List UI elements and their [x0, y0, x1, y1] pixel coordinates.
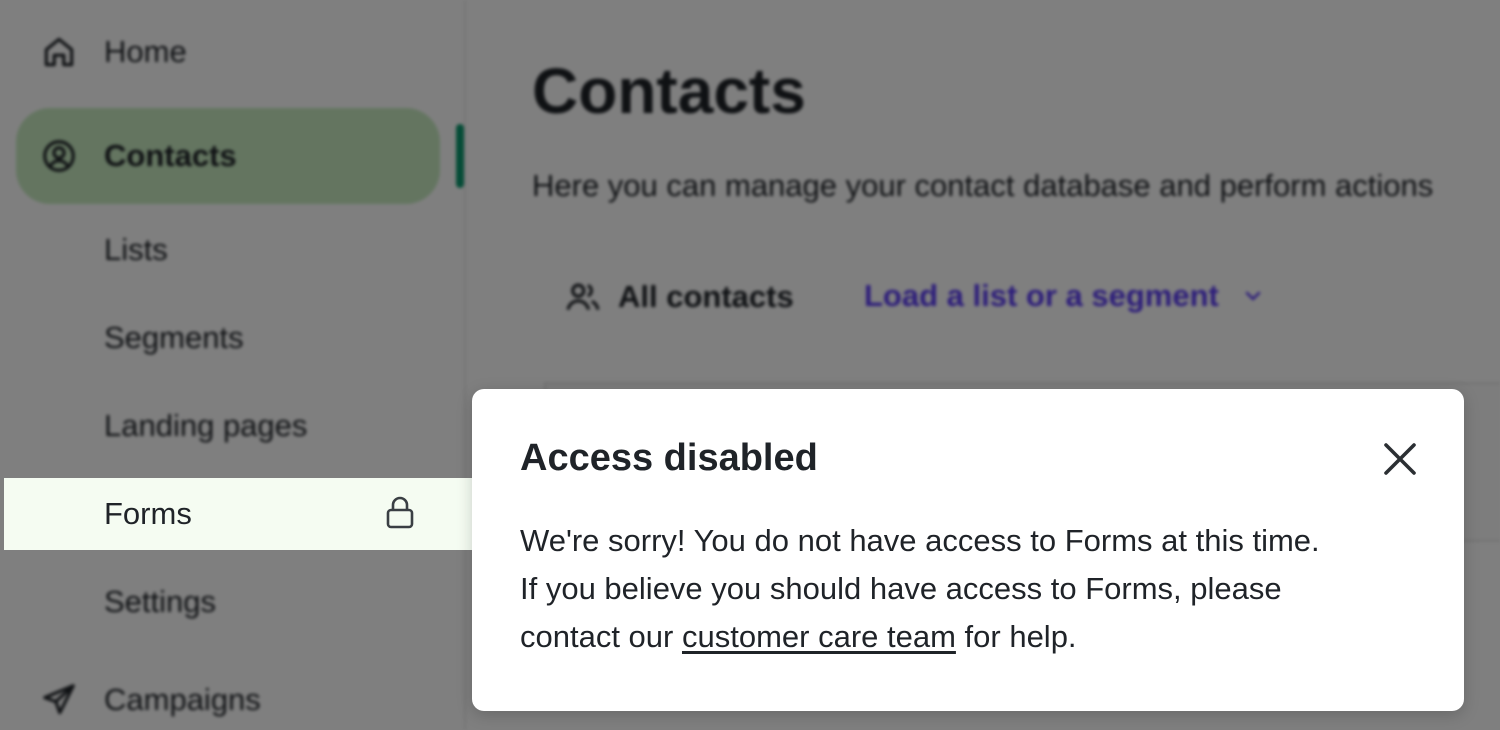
dialog-message-line: contact our customer care team for help.: [520, 613, 1420, 661]
dialog-text: for help.: [955, 619, 1077, 654]
dialog-title: Access disabled: [520, 437, 818, 479]
access-disabled-dialog: Access disabled We're sorry! You do not …: [472, 389, 1464, 711]
customer-care-link[interactable]: customer care team: [682, 619, 956, 654]
lock-icon: [384, 494, 416, 530]
sidebar-item-forms[interactable]: Forms: [4, 478, 472, 550]
close-icon[interactable]: [1380, 439, 1420, 479]
dialog-message: We're sorry! You do not have access to F…: [520, 517, 1420, 661]
dialog-text: contact our: [520, 619, 682, 654]
sidebar-item-label: Forms: [104, 496, 192, 531]
dialog-message-line: We're sorry! You do not have access to F…: [520, 523, 1320, 558]
dialog-message-line: If you believe you should have access to…: [520, 571, 1282, 606]
